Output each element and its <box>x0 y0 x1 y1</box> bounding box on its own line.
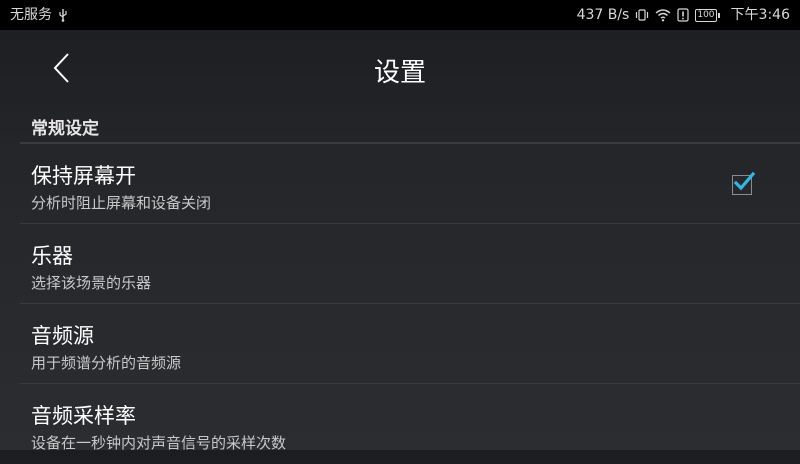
status-bar-left: 无服务 <box>10 0 68 30</box>
carrier-text: 无服务 <box>10 7 52 23</box>
setting-title: 音频采样率 <box>31 404 136 428</box>
section-header: 常规设定 <box>31 119 99 139</box>
setting-subtitle: 选择该场景的乐器 <box>31 274 152 292</box>
setting-subtitle: 用于频谱分析的音频源 <box>31 354 182 372</box>
setting-title: 保持屏幕开 <box>31 164 136 188</box>
vibrate-icon <box>635 8 649 22</box>
clock: 下午3:46 <box>730 7 790 23</box>
network-speed: 437 B/s <box>576 7 630 23</box>
status-bar-right: 437 B/s 100 下午3:46 <box>577 0 790 30</box>
app-header: 设置 <box>0 30 800 108</box>
page-title: 设置 <box>373 58 426 88</box>
setting-title: 乐器 <box>31 244 73 268</box>
setting-keep-screen-on[interactable]: 保持屏幕开 分析时阻止屏幕和设备关闭 <box>0 144 800 224</box>
battery-level: 100 <box>697 9 715 20</box>
setting-title: 音频源 <box>31 324 94 348</box>
alert-icon <box>677 8 689 22</box>
wifi-icon <box>655 8 671 22</box>
setting-subtitle: 分析时阻止屏幕和设备关闭 <box>31 194 212 212</box>
settings-list: 保持屏幕开 分析时阻止屏幕和设备关闭 乐器 选择该场景的乐器 音频源 用于频谱分… <box>0 144 800 464</box>
status-bar: 无服务 437 B/s 100 下午3:46 <box>0 0 800 30</box>
usb-icon <box>58 8 68 22</box>
keep-screen-on-checkbox[interactable] <box>732 171 756 195</box>
setting-audio-source[interactable]: 音频源 用于频谱分析的音频源 <box>0 304 800 384</box>
setting-instrument[interactable]: 乐器 选择该场景的乐器 <box>0 224 800 304</box>
setting-sample-rate[interactable]: 音频采样率 设备在一秒钟内对声音信号的采样次数 <box>0 384 800 464</box>
battery-icon: 100 <box>695 8 720 22</box>
